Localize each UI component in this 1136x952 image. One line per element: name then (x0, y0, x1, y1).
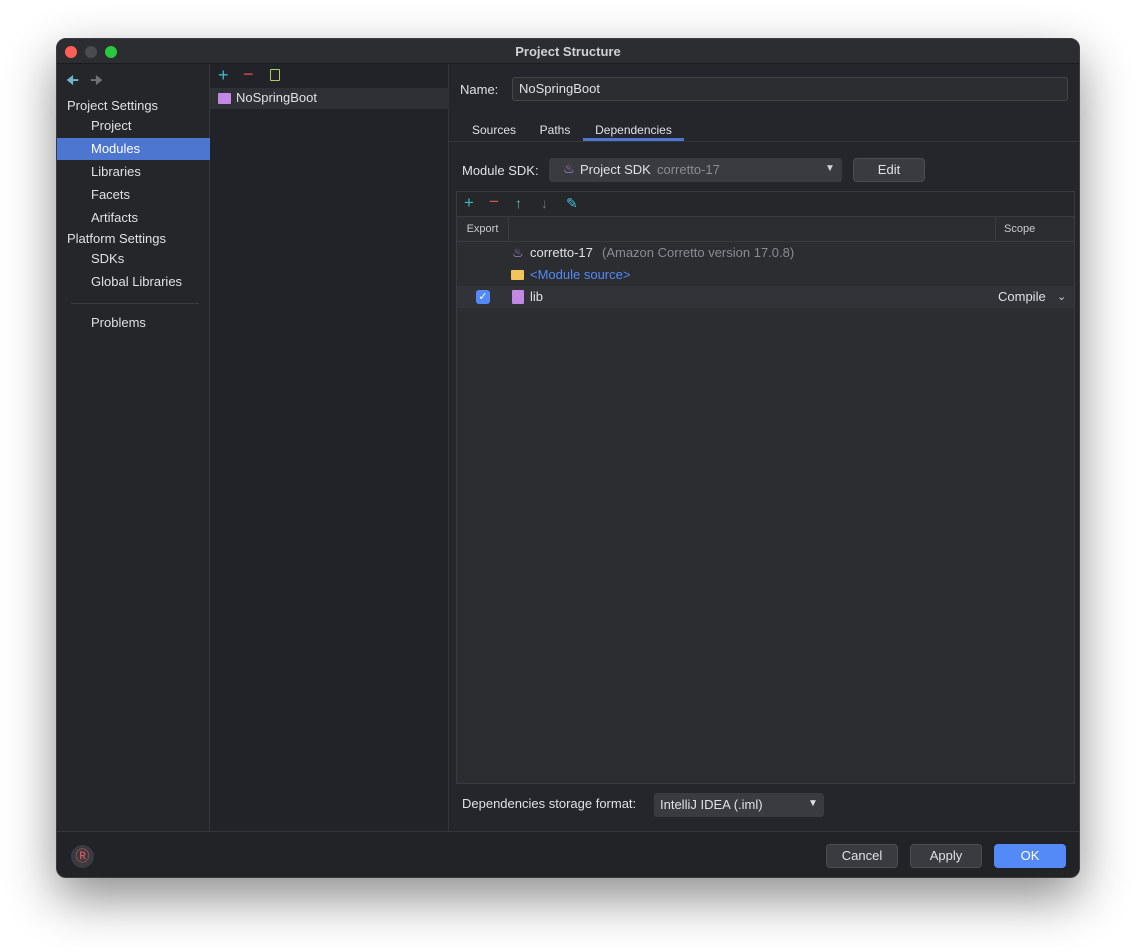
sidebar-item-sdks[interactable]: SDKs (57, 248, 210, 270)
tab-paths[interactable]: Paths (533, 120, 577, 141)
storage-format-value: IntelliJ IDEA (.iml) (660, 797, 763, 812)
sidebar-section-project-settings: Project Settings (67, 98, 159, 113)
module-folder-icon (218, 93, 231, 104)
dependency-name: corretto-17 (530, 245, 593, 260)
name-label: Name: (460, 82, 499, 97)
zoom-window-button[interactable] (105, 46, 117, 58)
modules-panel: + − NoSpringBoot (210, 64, 449, 831)
chevron-down-icon: ⌄ (1057, 291, 1067, 303)
module-sdk-label: Module SDK: (462, 163, 539, 178)
library-icon (512, 290, 524, 304)
forward-arrow-icon[interactable]: 🠊 (90, 70, 103, 94)
sidebar-item-problems[interactable]: Problems (57, 312, 210, 334)
column-export[interactable]: Export (457, 217, 509, 241)
copy-icon[interactable] (270, 69, 280, 81)
storage-format-label: Dependencies storage format: (462, 796, 637, 811)
add-icon[interactable]: + (218, 65, 229, 86)
minimize-window-button[interactable] (85, 46, 97, 58)
table-toolbar: + − ↑ ↓ ✎ (457, 192, 1074, 217)
sidebar-item-project[interactable]: Project (57, 115, 210, 137)
help-icon[interactable]: Ⓡ (71, 845, 94, 868)
sidebar: 🠈 🠊 Project Settings Project Modules Lib… (57, 64, 210, 831)
chevron-down-icon: ▼ (808, 798, 818, 809)
add-dependency-icon[interactable]: + (464, 193, 474, 213)
tabs-divider (449, 141, 1079, 142)
module-details: Name: NoSpringBoot Sources Paths Depende… (449, 64, 1079, 831)
move-up-icon[interactable]: ↑ (515, 195, 522, 211)
dependency-name: <Module source> (530, 267, 631, 282)
project-structure-dialog: Project Structure 🠈 🠊 Project Settings P… (56, 38, 1080, 878)
export-checkbox[interactable]: ✓ (476, 290, 490, 304)
dependency-name: lib (530, 289, 544, 304)
back-arrow-icon[interactable]: 🠈 (66, 70, 79, 94)
sidebar-section-platform-settings: Platform Settings (67, 231, 166, 246)
edit-sdk-button[interactable]: Edit (853, 158, 925, 182)
name-input[interactable]: NoSpringBoot (512, 77, 1068, 101)
divider (71, 303, 199, 304)
source-folder-icon (511, 270, 524, 280)
java-icon: ♨ (512, 245, 524, 260)
sidebar-item-artifacts[interactable]: Artifacts (57, 207, 210, 229)
move-down-icon[interactable]: ↓ (541, 195, 548, 211)
module-sdk-dropdown[interactable]: ♨ Project SDK corretto-17 ▼ (549, 158, 842, 182)
close-window-button[interactable] (65, 46, 77, 58)
table-header: Export Scope (457, 217, 1074, 242)
sidebar-item-modules[interactable]: Modules (57, 138, 210, 160)
remove-dependency-icon[interactable]: − (489, 192, 499, 212)
bottom-bar: Ⓡ Cancel Apply OK (57, 831, 1079, 877)
module-name: NoSpringBoot (236, 90, 317, 105)
column-scope[interactable]: Scope (995, 217, 1074, 241)
tab-dependencies[interactable]: Dependencies (583, 120, 684, 141)
sdk-hint: corretto-17 (657, 162, 720, 177)
cancel-button[interactable]: Cancel (826, 844, 898, 868)
sidebar-item-facets[interactable]: Facets (57, 184, 210, 206)
module-item[interactable]: NoSpringBoot (210, 88, 449, 109)
window-title: Project Structure (515, 44, 621, 59)
apply-button[interactable]: Apply (910, 844, 982, 868)
remove-icon[interactable]: − (243, 64, 254, 85)
storage-format-dropdown[interactable]: IntelliJ IDEA (.iml) ▼ (654, 793, 824, 817)
sdk-value: Project SDK (580, 162, 651, 177)
table-row[interactable]: ✓ lib Compile ⌄ (457, 286, 1074, 308)
ok-button[interactable]: OK (994, 844, 1066, 868)
edit-pencil-icon[interactable]: ✎ (566, 195, 578, 212)
java-icon: ♨ (563, 161, 575, 176)
dependency-hint: (Amazon Corretto version 17.0.8) (602, 245, 795, 260)
tab-sources[interactable]: Sources (467, 120, 521, 141)
table-row[interactable]: ♨ corretto-17 (Amazon Corretto version 1… (457, 242, 1075, 264)
title-bar: Project Structure (57, 39, 1079, 64)
scope-dropdown[interactable]: Compile (998, 286, 1046, 308)
sidebar-item-libraries[interactable]: Libraries (57, 161, 210, 183)
chevron-down-icon: ▼ (825, 163, 835, 174)
table-row[interactable]: <Module source> (457, 264, 1075, 286)
sidebar-item-global-libraries[interactable]: Global Libraries (57, 271, 210, 293)
dependencies-table: + − ↑ ↓ ✎ Export Scope ♨ corretto-17 (Am… (456, 191, 1075, 784)
